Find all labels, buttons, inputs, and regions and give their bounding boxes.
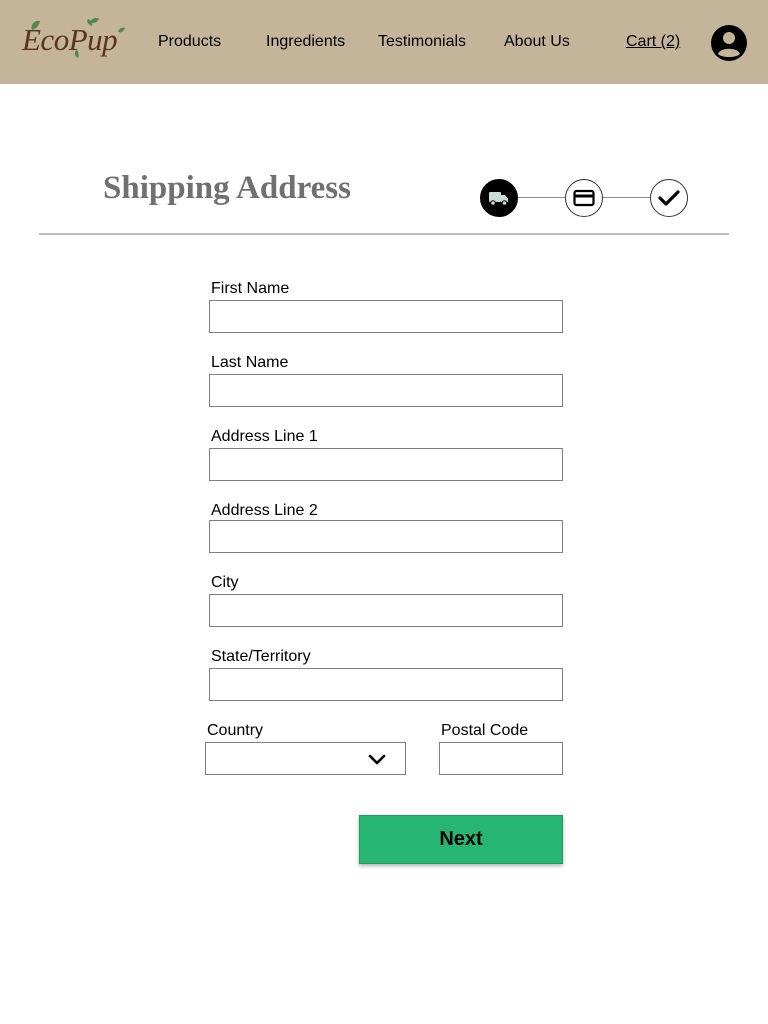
step-confirm <box>650 179 688 217</box>
step-connector <box>602 197 651 198</box>
last-name-label: Last Name <box>211 354 289 371</box>
title-divider <box>39 233 729 235</box>
first-name-input[interactable] <box>209 300 563 333</box>
first-name-label: First Name <box>211 280 290 297</box>
nav-cart[interactable]: Cart (2) <box>626 33 680 51</box>
chevron-down-icon <box>368 754 386 765</box>
leaf-icon <box>31 18 125 58</box>
city-label: City <box>211 574 239 591</box>
nav-testimonials[interactable]: Testimonials <box>378 33 466 51</box>
nav-products[interactable]: Products <box>158 33 221 51</box>
city-input[interactable] <box>209 594 563 627</box>
nav-ingredients[interactable]: Ingredients <box>266 33 345 51</box>
user-circle-icon[interactable] <box>711 25 747 61</box>
postal-code-input[interactable] <box>439 742 563 775</box>
ecopup-logo[interactable]: EcoPup <box>22 16 126 66</box>
credit-card-icon <box>573 189 595 207</box>
site-header: EcoPup Products Ingredients Testimonials… <box>0 0 768 84</box>
next-button[interactable]: Next <box>359 815 563 864</box>
address-line-2-input[interactable] <box>209 520 563 553</box>
state-input[interactable] <box>209 668 563 701</box>
step-payment <box>565 179 603 217</box>
country-label: Country <box>207 722 264 739</box>
address-line-2-label: Address Line 2 <box>211 502 318 519</box>
page-title: Shipping Address <box>103 170 351 206</box>
step-shipping <box>480 179 518 217</box>
checkout-progress <box>480 179 690 217</box>
step-connector <box>517 197 566 198</box>
nav-about-us[interactable]: About Us <box>504 33 570 51</box>
country-select[interactable] <box>205 742 406 775</box>
postal-code-label: Postal Code <box>441 722 529 739</box>
address-line-1-label: Address Line 1 <box>211 428 318 445</box>
checkmark-icon <box>658 190 680 206</box>
last-name-input[interactable] <box>209 374 563 407</box>
truck-icon <box>489 192 508 206</box>
address-line-1-input[interactable] <box>209 448 563 481</box>
state-label: State/Territory <box>211 648 311 665</box>
